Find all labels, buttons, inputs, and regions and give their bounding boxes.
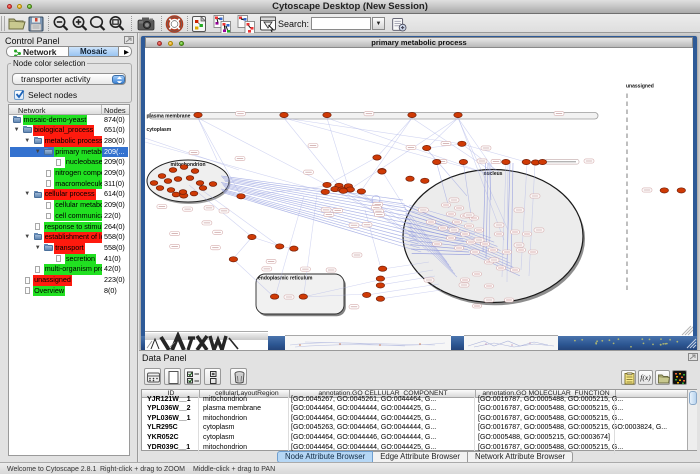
svg-text:unassigned: unassigned (626, 84, 654, 90)
svg-text:cytoplasm: cytoplasm (147, 127, 172, 133)
svg-text:plasma membrane: plasma membrane (147, 114, 191, 120)
svg-text:endoplasmic reticulum: endoplasmic reticulum (258, 276, 313, 282)
svg-text:nucleus: nucleus (484, 171, 503, 177)
